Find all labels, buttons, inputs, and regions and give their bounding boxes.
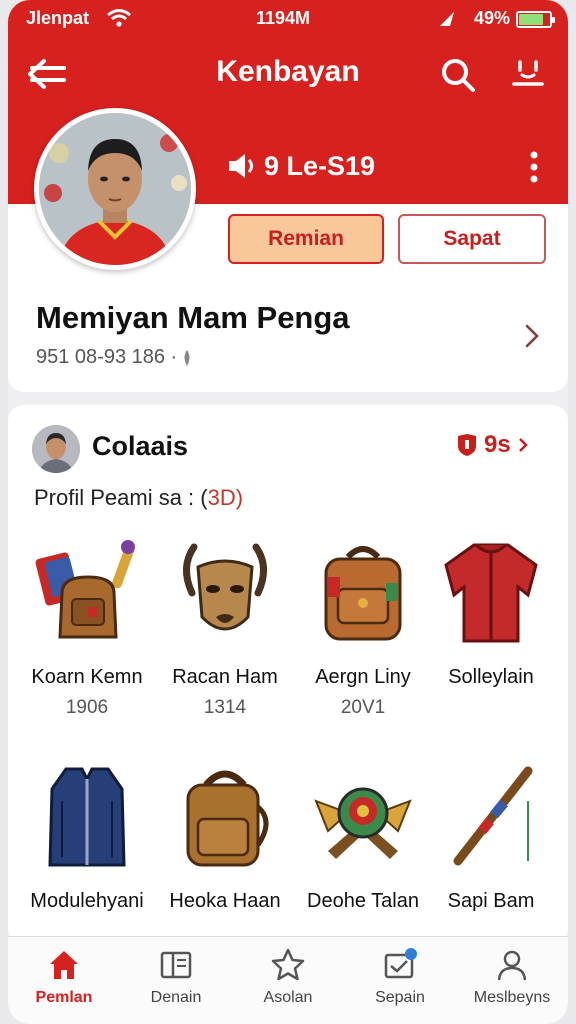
collection-item[interactable]: Modulehyani (22, 761, 152, 913)
profile-meta: 951 08-93 186 · (36, 346, 193, 369)
item-value: 1906 (65, 697, 109, 718)
book-icon (160, 951, 192, 979)
nav-label: Meslbeyns (473, 989, 551, 1006)
staff-icon (453, 766, 533, 866)
leather-backpack-icon (186, 770, 269, 867)
item-name: Solleylain (448, 666, 534, 688)
subtitle-count: 3D (207, 485, 236, 510)
nav-label: Sepain (375, 989, 425, 1006)
collection-item[interactable]: Aergn Liny 20V1 (298, 537, 428, 719)
collection-item[interactable]: Koarn Kemn 1906 (22, 537, 152, 719)
battery-percent: 49% (473, 8, 510, 28)
profile-name: Memiyan Mam Penga (36, 300, 350, 335)
star-icon (271, 948, 305, 981)
item-value: 20V1 (340, 697, 386, 718)
collection-item[interactable]: Deohe Talan (298, 761, 428, 913)
signal-icon (440, 12, 454, 26)
nav-label: Asolan (263, 989, 313, 1006)
collection-badge-count: 9s (484, 431, 511, 458)
item-name: Heoka Haan (169, 890, 281, 912)
item-name: Koarn Kemn (31, 666, 143, 688)
item-name: Racan Ham (172, 666, 278, 688)
goat-mask-icon (183, 543, 267, 631)
nav-item-sepain[interactable]: Sepain (344, 937, 456, 1024)
item-value: 1314 (203, 697, 247, 718)
collection-item[interactable]: Sapi Bam (426, 761, 556, 913)
collection-subtitle: Profil Peami sa : (3D) (34, 485, 243, 511)
backpack-cards-icon (35, 540, 135, 639)
avatar[interactable] (34, 108, 196, 270)
chevron-right-small-icon (518, 438, 528, 452)
blue-vest-icon (48, 767, 126, 867)
bottom-nav: Pemlan Denain Asolan Sepain Meslbeyns (8, 936, 568, 1024)
player-portrait-icon (39, 113, 191, 265)
item-name: Modulehyani (30, 890, 144, 912)
page-title: Kenbayan (216, 55, 360, 88)
inbox-icon (384, 948, 417, 979)
nav-label: Denain (150, 989, 202, 1006)
chevron-right-icon[interactable] (522, 322, 542, 350)
sapat-button[interactable]: Sapat (398, 214, 546, 264)
backpack-icon (324, 546, 402, 641)
player-thumb-icon (32, 425, 80, 473)
carrier-label: Jlenpat (26, 8, 90, 28)
home-icon (50, 951, 78, 979)
crest-emblem-icon (314, 787, 412, 859)
clock: 1194M (256, 8, 311, 28)
nav-item-denain[interactable]: Denain (120, 937, 232, 1024)
nav-item-meslbeyns[interactable]: Meslbeyns (456, 937, 568, 1024)
nav-item-pemlan[interactable]: Pemlan (8, 937, 120, 1024)
profile-meta-text: 951 08-93 186 · (36, 346, 178, 368)
profile-icon (497, 950, 527, 981)
status-bar: Jlenpat 1194M 49% (8, 6, 568, 32)
collection-item[interactable]: Solleylain (426, 537, 556, 697)
speaker-icon (229, 154, 253, 178)
wifi-icon (107, 9, 131, 27)
search-icon[interactable] (438, 55, 478, 95)
app-screen: Jlenpat 1194M 49% Kenbayan 9 Le-S19 Memi… (8, 0, 568, 1024)
red-jacket-icon (444, 543, 538, 643)
collection-item[interactable]: Heoka Haan (160, 761, 290, 913)
collection-card: Colaais 9s Profil Peami sa : (3D) Koarn … (8, 405, 568, 945)
remian-button[interactable]: Remian (228, 214, 384, 264)
subtitle-prefix: Profil Peami sa : ( (34, 485, 208, 510)
item-name: Deohe Talan (307, 890, 419, 912)
volume-label: 9 Le-S19 (264, 150, 376, 181)
item-name: Aergn Liny (315, 666, 411, 688)
collection-badge[interactable]: 9s (456, 431, 529, 459)
scan-icon[interactable] (510, 56, 546, 92)
collection-avatar (32, 425, 80, 473)
shield-icon (458, 434, 476, 456)
battery-icon (516, 11, 555, 28)
nav-label: Pemlan (35, 989, 93, 1006)
leaf-icon (184, 349, 190, 366)
collection-title: Colaais (92, 431, 189, 461)
subtitle-suffix: ) (235, 485, 244, 510)
more-options-icon[interactable] (524, 150, 544, 184)
volume-indicator: 9 Le-S19 (226, 150, 375, 182)
collection-item[interactable]: Racan Ham 1314 (160, 537, 290, 719)
nav-item-asolan[interactable]: Asolan (232, 937, 344, 1024)
item-name: Sapi Bam (447, 890, 535, 912)
